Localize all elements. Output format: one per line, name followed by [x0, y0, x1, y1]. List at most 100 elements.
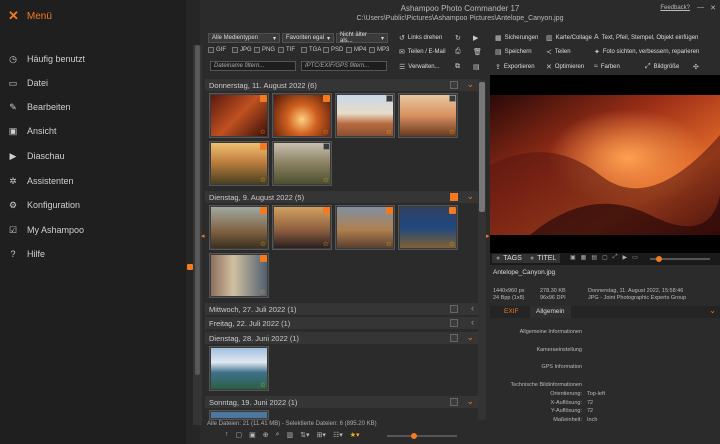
zoom-slider[interactable]	[387, 433, 457, 439]
star-icon[interactable]: ☆	[323, 128, 329, 136]
compare-icon[interactable]: ▣	[249, 431, 256, 439]
info-icon[interactable]: ▣	[570, 254, 576, 261]
date-group[interactable]: Dienstag, 9. August 2022 (5) ⌄	[205, 191, 480, 203]
sidebar-item-frequent[interactable]: ◷ Häufig benutzt	[8, 54, 85, 65]
star-icon[interactable]: ☆	[449, 240, 455, 248]
sidebar-item-myashampoo[interactable]: ☑ My Ashampoo	[8, 225, 84, 236]
filename-filter-input[interactable]: Dateiname filtern...	[210, 61, 296, 71]
thumbnail[interactable]: ☆	[209, 253, 269, 298]
star-icon[interactable]: ☆	[323, 240, 329, 248]
star-filter-icon[interactable]: ★▾	[350, 431, 360, 439]
refresh-icon[interactable]: ↻	[455, 34, 461, 42]
section-gps[interactable]: GPS Information	[490, 364, 582, 370]
fullscreen-icon[interactable]: ⤢	[613, 254, 618, 261]
filter-jpg[interactable]: JPG	[232, 47, 252, 53]
thumbnail[interactable]: ☆	[398, 205, 458, 250]
section-general[interactable]: Allgemeine Informationen	[490, 329, 582, 335]
layout-icon[interactable]: ▥	[287, 431, 294, 439]
settings-icon[interactable]: ✣	[693, 63, 699, 71]
backups-button[interactable]: ▦ Sicherungen	[495, 34, 538, 42]
optimize-button[interactable]: ✕ Optimieren	[546, 63, 584, 71]
close-window-icon[interactable]: ✕	[710, 4, 716, 12]
star-icon[interactable]: ☆	[260, 240, 266, 248]
sidebar-item-file[interactable]: ▭ Datei	[8, 78, 48, 89]
chevron-down-icon[interactable]: ⌄	[466, 191, 474, 202]
select-checkbox[interactable]	[323, 95, 330, 102]
thumbnail[interactable]: ☆	[209, 93, 269, 138]
thumbnail[interactable]: ☆	[272, 205, 332, 250]
date-group[interactable]: Dienstag, 28. Juni 2022 (1) ⌄	[205, 332, 480, 344]
date-group[interactable]: Mittwoch, 27. Juli 2022 (1) ‹	[205, 303, 480, 315]
thumbnail[interactable]	[209, 410, 269, 420]
play-icon[interactable]: ▶	[623, 254, 628, 261]
group-checkbox[interactable]	[450, 305, 458, 313]
text-insert-button[interactable]: A Text, Pfeil, Stempel, Objekt einfügen	[594, 34, 698, 41]
folder-icon[interactable]: ▤	[473, 63, 480, 71]
group-checkbox[interactable]	[450, 193, 458, 201]
star-icon[interactable]: ☆	[260, 381, 266, 389]
star-icon[interactable]: ☆	[386, 240, 392, 248]
select-checkbox[interactable]	[386, 207, 393, 214]
image-size-button[interactable]: ⤢ Bildgröße	[645, 63, 679, 71]
thumbnail[interactable]: ☆	[272, 93, 332, 138]
filter-tif[interactable]: TIF	[278, 47, 295, 53]
star-icon[interactable]: ☆	[260, 288, 266, 296]
filter-mp3[interactable]: MP3	[369, 47, 389, 53]
collapse-right-icon[interactable]: ▸	[486, 232, 490, 240]
chevron-left-icon[interactable]: ‹	[471, 317, 474, 327]
image-preview[interactable]	[490, 75, 720, 253]
photo-repair-button[interactable]: ✦ Foto sichten, verbessern, reparieren	[594, 48, 699, 56]
star-icon[interactable]: ☆	[386, 128, 392, 136]
copy-icon[interactable]: ⧉	[455, 63, 460, 71]
target-icon[interactable]: ⊕	[263, 431, 269, 439]
date-group[interactable]: Sonntag, 19. Juni 2022 (1) ⌄	[205, 396, 480, 408]
sidebar-item-edit[interactable]: ✎ Bearbeiten	[8, 102, 70, 113]
compare-icon[interactable]: ▤	[591, 254, 597, 261]
menu-button[interactable]: ✕ Menü	[8, 9, 52, 22]
tab-exif[interactable]: EXIF	[504, 308, 518, 315]
frame-icon[interactable]: ▢	[236, 431, 243, 439]
fit-icon[interactable]: ▢	[602, 254, 608, 261]
select-checkbox[interactable]	[449, 95, 456, 102]
split-button[interactable]: ≺ Teilen	[546, 48, 571, 56]
chevron-down-icon[interactable]: ⌄	[466, 332, 474, 343]
delete-icon[interactable]: 🗑	[473, 48, 482, 56]
select-checkbox[interactable]	[260, 143, 267, 150]
zoom-icon[interactable]: ⌕	[276, 431, 280, 439]
chevron-up-icon[interactable]: ↑	[225, 431, 229, 439]
sort-icon[interactable]: ⇅▾	[300, 431, 309, 439]
feedback-link[interactable]: Feedback?	[660, 5, 690, 11]
star-icon[interactable]: ☆	[260, 128, 266, 136]
select-checkbox[interactable]	[260, 207, 267, 214]
select-checkbox[interactable]	[323, 207, 330, 214]
favorites-select[interactable]: Favoriten egal ▾	[282, 33, 334, 43]
sidebar-item-assistants[interactable]: ✲ Assistenten	[8, 176, 73, 187]
thumbnail[interactable]: ☆	[209, 141, 269, 186]
sidebar-item-view[interactable]: ▣ Ansicht	[8, 126, 57, 137]
thumbnail[interactable]: ☆	[209, 205, 269, 250]
preview-zoom-slider[interactable]	[650, 256, 710, 262]
star-icon[interactable]: ☆	[323, 176, 329, 184]
slider-handle[interactable]	[411, 433, 417, 439]
filter-mp4[interactable]: MP4	[346, 47, 366, 53]
details-icon[interactable]: ☷▾	[333, 431, 343, 439]
thumbnail[interactable]: ☆	[398, 93, 458, 138]
play-icon[interactable]: ▶	[473, 34, 478, 42]
scroll-thumb[interactable]	[195, 45, 200, 375]
thumbnail[interactable]: ☆	[209, 346, 269, 391]
tab-title[interactable]: ● TITEL	[526, 254, 561, 263]
select-checkbox[interactable]	[386, 95, 393, 102]
star-icon[interactable]: ☆	[260, 176, 266, 184]
thumbnail[interactable]: ☆	[272, 141, 332, 186]
tab-tags[interactable]: ● TAGS	[492, 254, 526, 263]
slider-handle[interactable]	[656, 256, 662, 262]
media-type-select[interactable]: Alle Medientypen ▾	[208, 33, 280, 43]
star-icon[interactable]: ☆	[449, 128, 455, 136]
exif-filter-input[interactable]: IPTC/EXIF/GPS filtern...	[301, 61, 387, 71]
grid-view-icon[interactable]: ⊞▾	[317, 431, 326, 439]
manage-button[interactable]: ☰ Verwalten...	[399, 63, 440, 71]
collapse-left-icon[interactable]: ◂	[201, 232, 205, 240]
thumbnail[interactable]: ☆	[335, 93, 395, 138]
scroll-thumb[interactable]	[479, 82, 485, 212]
select-checkbox[interactable]	[323, 143, 330, 150]
